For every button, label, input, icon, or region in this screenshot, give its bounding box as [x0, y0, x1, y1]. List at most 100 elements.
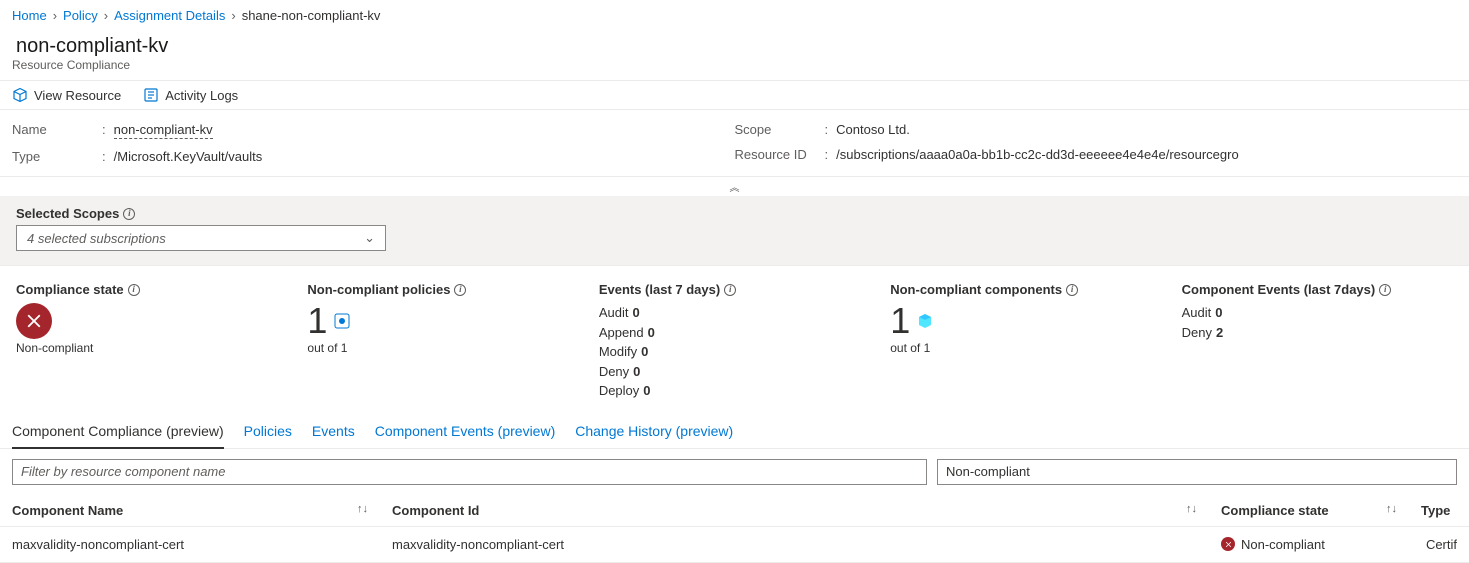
event-audit-label: Audit [599, 303, 629, 323]
info-icon[interactable] [1066, 284, 1078, 296]
stat-comp-events: Component Events (last 7days) Audit 0 De… [1182, 282, 1453, 401]
prop-scope-label: Scope [735, 122, 825, 137]
cube-icon [916, 312, 934, 330]
prop-type: Type : /Microsoft.KeyVault/vaults [12, 149, 735, 164]
cell-type: Certif [1409, 526, 1469, 562]
event-deny-val: 0 [633, 362, 640, 382]
stats-row: Compliance state Non-compliant Non-compl… [0, 266, 1469, 411]
prop-scope: Scope : Contoso Ltd. [735, 122, 1458, 137]
col-name[interactable]: Component Name↑↓ [0, 495, 380, 527]
scopes-dropdown[interactable]: 4 selected subscriptions ⌄ [16, 225, 386, 251]
collapse-toggle[interactable]: ︽ [0, 177, 1469, 196]
prop-resource-id: Resource ID : /subscriptions/aaaa0a0a-bb… [735, 147, 1458, 162]
stat-events: Events (last 7 days) Audit 0 Append 0 Mo… [599, 282, 870, 401]
filter-state-value: Non-compliant [946, 464, 1030, 479]
breadcrumb: Home › Policy › Assignment Details › sha… [0, 0, 1469, 31]
compevent-deny-label: Deny [1182, 323, 1212, 343]
view-resource-label: View Resource [34, 88, 121, 103]
prop-name: Name : non-compliant-kv [12, 122, 735, 139]
info-icon[interactable] [128, 284, 140, 296]
compevent-audit-label: Audit [1182, 303, 1212, 323]
prop-type-label: Type [12, 149, 102, 164]
event-deploy-val: 0 [643, 381, 650, 401]
prop-resid-value: /subscriptions/aaaa0a0a-bb1b-cc2c-dd3d-e… [836, 147, 1239, 162]
stat-components-title: Non-compliant components [890, 282, 1062, 297]
filter-name-input[interactable] [12, 459, 927, 485]
properties-panel: Name : non-compliant-kv Type : /Microsof… [0, 110, 1469, 177]
col-type[interactable]: Type [1409, 495, 1469, 527]
cell-state: Non-compliant [1209, 526, 1409, 562]
stat-policies-sub: out of 1 [307, 341, 578, 355]
filter-state-select[interactable]: Non-compliant [937, 459, 1457, 485]
info-icon[interactable] [123, 208, 135, 220]
event-audit-val: 0 [632, 303, 639, 323]
stat-components-big: 1 [890, 303, 910, 339]
prop-name-label: Name [12, 122, 102, 137]
stat-policies: Non-compliant policies 1 out of 1 [307, 282, 578, 401]
event-modify-val: 0 [641, 342, 648, 362]
event-modify-label: Modify [599, 342, 637, 362]
col-state[interactable]: Compliance state↑↓ [1209, 495, 1409, 527]
tabs: Component Compliance (preview) Policies … [0, 411, 1469, 449]
chevron-right-icon: › [104, 8, 108, 23]
prop-type-value: /Microsoft.KeyVault/vaults [114, 149, 263, 164]
chevron-down-icon: ⌄ [364, 230, 375, 246]
event-append-val: 0 [648, 323, 655, 343]
event-deny-label: Deny [599, 362, 629, 382]
prop-resid-label: Resource ID [735, 147, 825, 162]
error-icon [1221, 537, 1235, 551]
chevron-up-icon: ︽ [730, 183, 740, 194]
page-title: non-compliant-kv [12, 35, 1457, 58]
prop-scope-value: Contoso Ltd. [836, 122, 910, 137]
stat-components: Non-compliant components 1 out of 1 [890, 282, 1161, 401]
tab-change-history[interactable]: Change History (preview) [575, 415, 733, 448]
toolbar: View Resource Activity Logs [0, 80, 1469, 110]
prop-name-value[interactable]: non-compliant-kv [114, 122, 213, 139]
stat-compevents-title: Component Events (last 7days) [1182, 282, 1376, 297]
event-deploy-label: Deploy [599, 381, 639, 401]
compevent-audit-val: 0 [1215, 303, 1222, 323]
selected-scopes-label: Selected Scopes [16, 206, 1453, 221]
breadcrumb-current: shane-non-compliant-kv [242, 8, 381, 23]
activity-logs-label: Activity Logs [165, 88, 238, 103]
breadcrumb-home[interactable]: Home [12, 8, 47, 23]
breadcrumb-assignment-details[interactable]: Assignment Details [114, 8, 225, 23]
stat-compliance: Compliance state Non-compliant [16, 282, 287, 401]
policy-icon [333, 312, 351, 330]
filters-row: Non-compliant [0, 449, 1469, 495]
view-resource-button[interactable]: View Resource [12, 87, 121, 103]
chevron-right-icon: › [231, 8, 235, 23]
error-icon [16, 303, 52, 339]
stat-policies-title: Non-compliant policies [307, 282, 450, 297]
stat-compliance-title: Compliance state [16, 282, 124, 297]
stat-components-sub: out of 1 [890, 341, 1161, 355]
tab-events[interactable]: Events [312, 415, 355, 448]
sort-icon: ↑↓ [1186, 503, 1197, 515]
page-header: non-compliant-kv Resource Compliance [0, 31, 1469, 80]
chevron-right-icon: › [53, 8, 57, 23]
tab-policies[interactable]: Policies [244, 415, 292, 448]
stat-policies-big: 1 [307, 303, 327, 339]
page-subtitle: Resource Compliance [12, 58, 1457, 72]
compevent-deny-val: 2 [1216, 323, 1223, 343]
info-icon[interactable] [1379, 284, 1391, 296]
cell-id: maxvalidity-noncompliant-cert [380, 526, 1209, 562]
table-row[interactable]: maxvalidity-noncompliant-cert maxvalidit… [0, 526, 1469, 562]
sort-icon: ↑↓ [1386, 503, 1397, 515]
tab-component-compliance[interactable]: Component Compliance (preview) [12, 415, 224, 449]
log-icon [143, 87, 159, 103]
info-icon[interactable] [454, 284, 466, 296]
breadcrumb-policy[interactable]: Policy [63, 8, 98, 23]
activity-logs-button[interactable]: Activity Logs [143, 87, 238, 103]
cube-icon [12, 87, 28, 103]
tab-component-events[interactable]: Component Events (preview) [375, 415, 556, 448]
col-id[interactable]: Component Id↑↓ [380, 495, 1209, 527]
components-table: Component Name↑↓ Component Id↑↓ Complian… [0, 495, 1469, 563]
stat-compliance-value: Non-compliant [16, 341, 287, 355]
event-append-label: Append [599, 323, 644, 343]
stat-events-title: Events (last 7 days) [599, 282, 720, 297]
cell-name: maxvalidity-noncompliant-cert [0, 526, 380, 562]
sort-icon: ↑↓ [357, 503, 368, 515]
info-icon[interactable] [724, 284, 736, 296]
selected-scopes-section: Selected Scopes 4 selected subscriptions… [0, 196, 1469, 266]
